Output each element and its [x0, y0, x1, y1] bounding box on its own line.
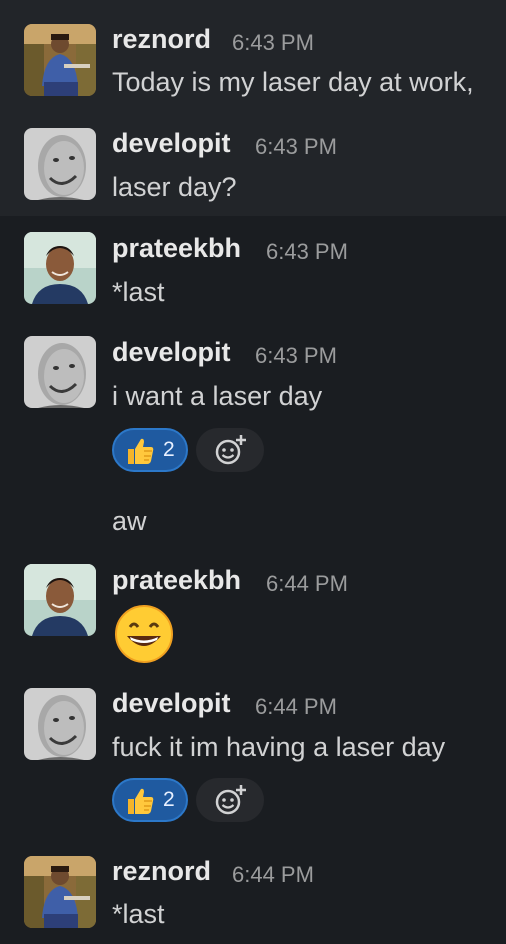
- sender-name[interactable]: developit: [112, 688, 231, 719]
- message-item[interactable]: developit 6:43 PM laser day?: [0, 111, 506, 216]
- message-item[interactable]: prateekbh 6:44 PM: [0, 550, 506, 672]
- timestamp[interactable]: 6:43 PM: [255, 134, 337, 160]
- message-text: laser day?: [112, 172, 237, 202]
- avatar-image: [24, 688, 96, 760]
- avatar-image: [24, 128, 96, 200]
- sender-name[interactable]: reznord: [112, 24, 211, 55]
- thumbs-up-icon: [124, 435, 156, 467]
- add-reaction-button[interactable]: [196, 428, 264, 472]
- message-text: Today is my laser day at work,: [112, 67, 474, 97]
- message-text: *last: [112, 899, 165, 929]
- reaction-button[interactable]: 2: [112, 428, 188, 472]
- message-item[interactable]: developit 6:43 PM i want a laser day 2: [0, 320, 506, 490]
- message-item[interactable]: reznord 6:43 PM Today is my laser day at…: [0, 0, 506, 111]
- avatar[interactable]: [24, 128, 96, 200]
- message-feed: reznord 6:43 PM Today is my laser day at…: [0, 0, 506, 944]
- avatar[interactable]: [24, 688, 96, 760]
- message-item[interactable]: aw: [0, 490, 506, 550]
- avatar-image: [24, 336, 96, 408]
- message-item[interactable]: reznord 6:44 PM *last: [0, 842, 506, 944]
- add-reaction-icon: [212, 782, 248, 818]
- avatar[interactable]: [24, 564, 96, 636]
- timestamp[interactable]: 6:44 PM: [266, 571, 348, 597]
- add-reaction-icon: [212, 432, 248, 468]
- sender-name[interactable]: prateekbh: [112, 565, 241, 596]
- sender-name[interactable]: developit: [112, 128, 231, 159]
- timestamp[interactable]: 6:43 PM: [232, 30, 314, 56]
- timestamp[interactable]: 6:44 PM: [232, 862, 314, 888]
- message-text: i want a laser day: [112, 381, 323, 411]
- avatar[interactable]: [24, 232, 96, 304]
- message-item[interactable]: prateekbh 6:43 PM *last: [0, 216, 506, 320]
- timestamp[interactable]: 6:43 PM: [255, 343, 337, 369]
- grinning-face-emoji: [115, 605, 173, 663]
- avatar[interactable]: [24, 336, 96, 408]
- reaction-button[interactable]: 2: [112, 778, 188, 822]
- add-reaction-button[interactable]: [196, 778, 264, 822]
- reaction-count: 2: [163, 788, 175, 811]
- avatar-image: [24, 564, 96, 636]
- avatar-image: [24, 856, 96, 928]
- sender-name[interactable]: reznord: [112, 856, 211, 887]
- message-text: aw: [112, 506, 147, 536]
- sender-name[interactable]: prateekbh: [112, 233, 241, 264]
- message-item[interactable]: developit 6:44 PM fuck it im having a la…: [0, 672, 506, 842]
- message-text: *last: [112, 277, 165, 307]
- timestamp[interactable]: 6:44 PM: [255, 694, 337, 720]
- avatar[interactable]: [24, 856, 96, 928]
- timestamp[interactable]: 6:43 PM: [266, 239, 348, 265]
- reaction-count: 2: [163, 438, 175, 461]
- message-text: fuck it im having a laser day: [112, 732, 446, 762]
- avatar[interactable]: [24, 24, 96, 96]
- avatar-image: [24, 232, 96, 304]
- avatar-image: [24, 24, 96, 96]
- thumbs-up-icon: [124, 785, 156, 817]
- sender-name[interactable]: developit: [112, 337, 231, 368]
